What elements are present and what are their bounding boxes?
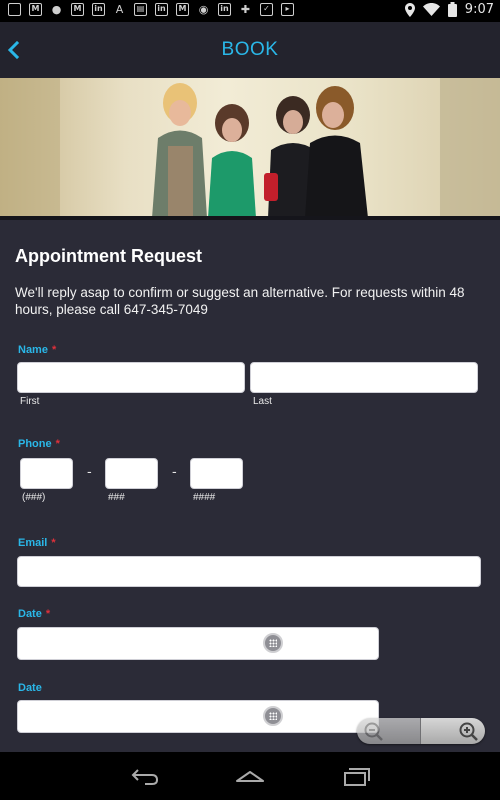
sports-icon: ◉ — [198, 3, 209, 16]
linkedin-icon: in — [92, 3, 105, 16]
email-label-text: Email — [18, 537, 48, 549]
a-icon: A — [115, 3, 124, 16]
gmail-icon: M — [71, 3, 84, 16]
zoom-in-icon — [459, 722, 478, 741]
phone-prefix-sublabel: ### — [108, 492, 125, 503]
news-icon: ▤ — [134, 3, 147, 16]
phone-label: Phone * — [18, 438, 60, 450]
phone-line-sublabel: #### — [193, 492, 216, 503]
date-label-text: Date — [18, 608, 42, 620]
required-mark: * — [55, 438, 60, 450]
hero-image — [0, 78, 500, 218]
form-title: Appointment Request — [15, 246, 202, 266]
phone-area-code-field[interactable] — [20, 458, 73, 489]
phone-label-text: Phone — [18, 438, 52, 450]
app-bar: BOOK — [0, 22, 500, 78]
zoom-in-button[interactable] — [421, 718, 485, 744]
clock: 9:07 — [464, 2, 494, 17]
linkedin-icon: in — [218, 3, 231, 16]
hangouts-icon: ● — [51, 3, 62, 16]
phone-separator: - — [87, 465, 92, 480]
date-field-2[interactable] — [17, 700, 379, 733]
calendar-icon[interactable] — [263, 633, 283, 653]
phone-line-field[interactable] — [190, 458, 243, 489]
bag-icon: ▸ — [281, 3, 294, 16]
recents-icon — [344, 768, 370, 786]
check-icon: ✓ — [260, 3, 273, 16]
notification-icons: M ● M in A ▤ in M ◉ in ✚ ✓ ▸ — [8, 3, 294, 16]
form-description: We'll reply asap to confirm or suggest a… — [15, 285, 465, 317]
home-icon — [236, 771, 264, 782]
zoom-out-icon — [364, 722, 383, 741]
status-bar: M ● M in A ▤ in M ◉ in ✚ ✓ ▸ 9:07 — [0, 0, 500, 22]
last-name-sublabel: Last — [253, 396, 272, 407]
date-label-2: Date — [18, 682, 42, 694]
image-icon — [8, 3, 21, 16]
name-label: Name * — [18, 344, 56, 356]
location-icon — [404, 2, 415, 17]
required-mark: * — [45, 608, 51, 620]
date-label: Date * — [18, 608, 50, 620]
phone-prefix-field[interactable] — [105, 458, 158, 489]
zoom-controls — [357, 718, 485, 744]
first-name-field[interactable] — [17, 362, 245, 393]
nav-home-button[interactable] — [235, 764, 265, 788]
zoom-out-button[interactable] — [357, 718, 421, 744]
appointment-form: Appointment Request We'll reply asap to … — [0, 220, 500, 752]
first-name-sublabel: First — [20, 396, 40, 407]
linkedin-icon: in — [155, 3, 168, 16]
required-mark: * — [51, 537, 56, 549]
date-field[interactable] — [17, 627, 379, 660]
phone-separator: - — [172, 465, 177, 480]
nav-recents-button[interactable] — [342, 764, 372, 788]
last-name-field[interactable] — [250, 362, 478, 393]
email-field[interactable] — [17, 556, 481, 587]
system-indicators: 9:07 — [404, 2, 494, 17]
navigation-bar — [0, 752, 500, 800]
wifi-icon — [422, 3, 440, 16]
plus-icon: ✚ — [240, 3, 251, 16]
back-arrow-icon — [131, 769, 159, 785]
email-label: Email * — [18, 537, 56, 549]
phone-area-sublabel: (###) — [22, 492, 46, 503]
calendar-icon[interactable] — [263, 706, 283, 726]
gmail-icon: M — [29, 3, 42, 16]
name-label-text: Name — [18, 344, 48, 356]
battery-icon — [447, 2, 457, 17]
page-title: BOOK — [221, 39, 279, 60]
date-label-text: Date — [18, 682, 42, 694]
required-mark: * — [51, 344, 57, 356]
nav-back-button[interactable] — [130, 764, 160, 788]
gmail-icon: M — [176, 3, 189, 16]
